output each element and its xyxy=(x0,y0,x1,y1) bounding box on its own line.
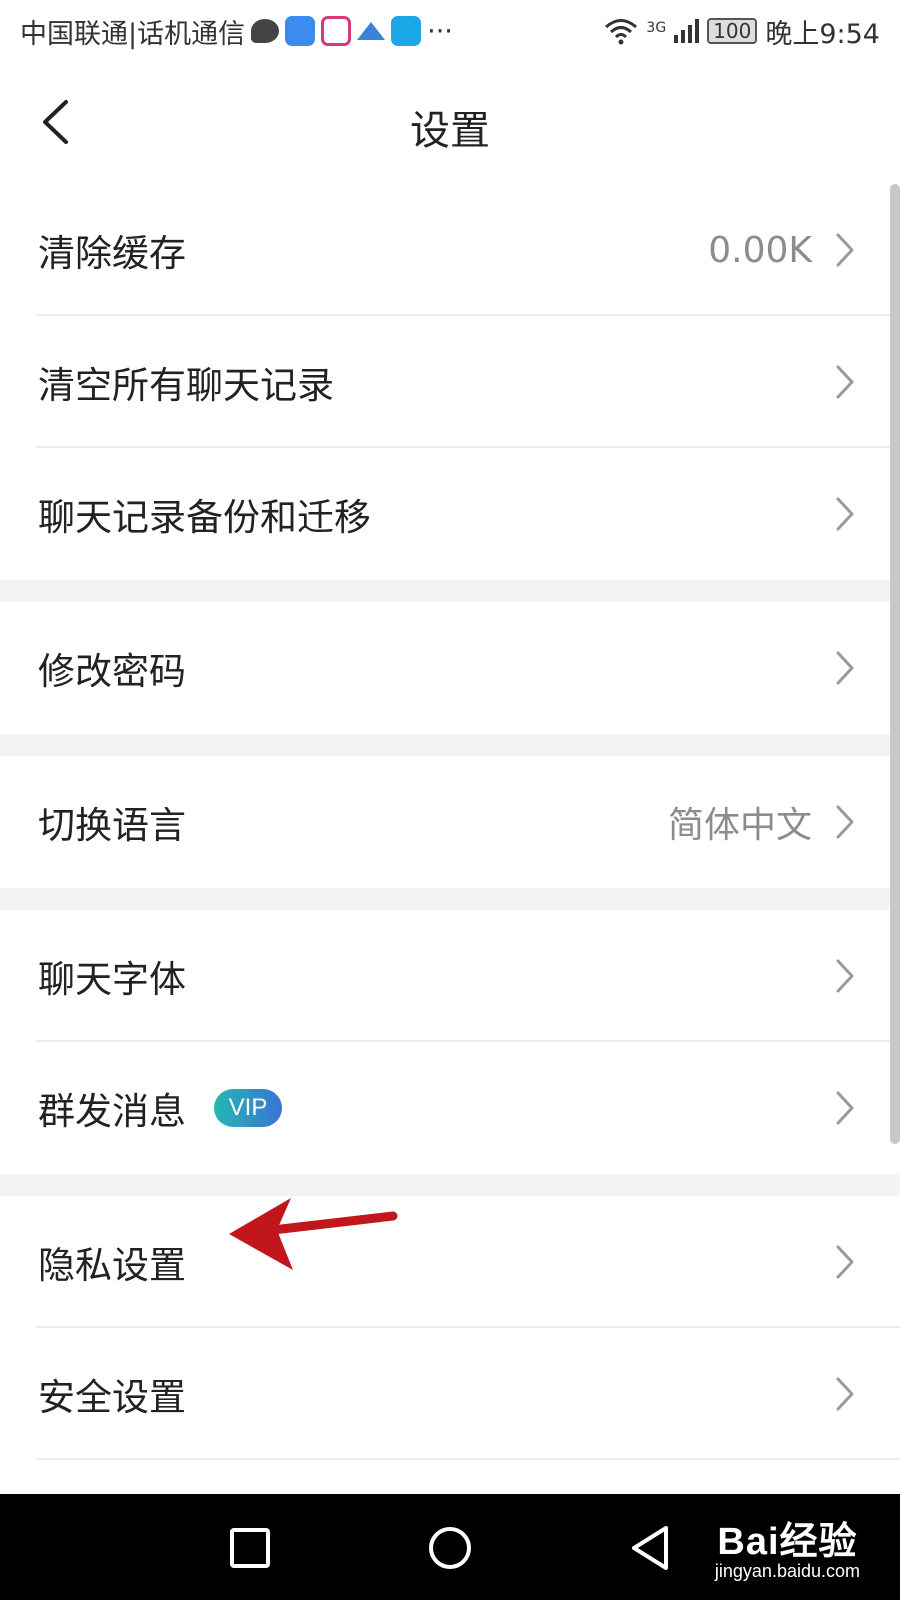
security-settings-label: 安全设置 xyxy=(38,1376,186,1419)
chevron-right-icon xyxy=(836,365,854,399)
clear-cache-item[interactable]: 清除缓存 0.00K xyxy=(0,184,900,316)
bird-app-icon xyxy=(357,22,386,40)
section-gap xyxy=(0,888,900,910)
network-type-label: 3G xyxy=(646,19,667,36)
chevron-right-icon xyxy=(836,497,854,531)
document-app-icon xyxy=(321,16,352,46)
chevron-right-icon xyxy=(836,805,854,839)
scrollbar[interactable] xyxy=(890,184,900,1144)
status-left: 中国联通|话机通信 ··· xyxy=(20,12,453,51)
e-app-icon xyxy=(391,16,422,46)
status-bar: 中国联通|话机通信 ··· 3G 100 晚上9:54 xyxy=(0,0,900,62)
status-right: 3G 100 晚上9:54 xyxy=(604,12,880,51)
clear-chat-history-item[interactable]: 清空所有聊天记录 xyxy=(0,316,900,448)
section-gap xyxy=(0,1174,900,1196)
chevron-right-icon xyxy=(836,651,854,685)
section-gap xyxy=(0,580,900,602)
change-password-item[interactable]: 修改密码 xyxy=(0,602,900,734)
vip-badge: VIP xyxy=(214,1089,282,1127)
privacy-settings-item[interactable]: 隐私设置 xyxy=(0,1196,900,1328)
broadcast-message-item[interactable]: 群发消息 VIP xyxy=(0,1042,900,1174)
baidu-jingyan-watermark: Bai经验 jingyan.baidu.com xyxy=(715,1510,860,1582)
recent-apps-square-icon[interactable] xyxy=(222,1520,278,1576)
carrier-label: 中国联通|话机通信 xyxy=(20,18,246,50)
section-gap xyxy=(0,734,900,756)
bulb-app-icon xyxy=(285,16,316,46)
battery-icon: 100 xyxy=(707,18,758,44)
switch-language-label: 切换语言 xyxy=(38,804,186,847)
chat-font-item[interactable]: 聊天字体 xyxy=(0,910,900,1042)
security-settings-item[interactable]: 安全设置 xyxy=(0,1328,900,1460)
watermark-logo: Bai经验 xyxy=(717,1521,858,1563)
system-nav-bar: Bai经验 jingyan.baidu.com xyxy=(0,1494,900,1600)
app-header: 设置 xyxy=(0,62,900,184)
chevron-right-icon xyxy=(836,1091,854,1125)
home-circle-icon[interactable] xyxy=(422,1520,478,1576)
message-notification-icon xyxy=(251,19,280,43)
cache-size-value: 0.00K xyxy=(708,229,812,271)
back-triangle-icon[interactable] xyxy=(622,1520,678,1576)
chevron-right-icon xyxy=(836,233,854,267)
chevron-right-icon xyxy=(836,1245,854,1279)
chevron-right-icon xyxy=(836,1377,854,1411)
wifi-icon xyxy=(605,19,638,45)
settings-list: 清除缓存 0.00K 清空所有聊天记录 聊天记录备份和迁移 修改密码 切换语言 … xyxy=(0,184,900,1460)
broadcast-message-label: 群发消息 xyxy=(38,1090,186,1133)
clock-label: 晚上9:54 xyxy=(765,18,880,50)
change-password-label: 修改密码 xyxy=(38,650,186,693)
current-language-value: 简体中文 xyxy=(667,805,812,846)
clear-chat-history-label: 清空所有聊天记录 xyxy=(38,364,334,407)
chat-backup-migration-item[interactable]: 聊天记录备份和迁移 xyxy=(0,448,900,580)
more-notifications-icon: ··· xyxy=(427,15,453,47)
page-title: 设置 xyxy=(410,108,490,154)
clear-cache-label: 清除缓存 xyxy=(38,232,186,275)
chat-font-label: 聊天字体 xyxy=(38,958,186,1001)
privacy-settings-label: 隐私设置 xyxy=(38,1244,186,1287)
annotation-arrow-icon xyxy=(229,1198,398,1270)
switch-language-item[interactable]: 切换语言 简体中文 xyxy=(0,756,900,888)
signal-icon xyxy=(674,19,700,43)
chat-backup-migration-label: 聊天记录备份和迁移 xyxy=(38,496,371,539)
chevron-right-icon xyxy=(836,959,854,993)
watermark-url: jingyan.baidu.com xyxy=(714,1561,860,1581)
